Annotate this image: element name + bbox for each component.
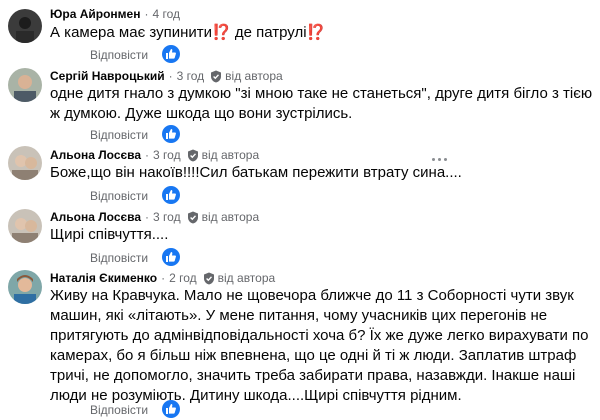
avatar[interactable] <box>8 9 42 43</box>
reply-button[interactable]: Відповісти <box>90 188 148 204</box>
like-icon[interactable] <box>162 400 180 418</box>
comment-text: А камера має зупинити⁉️ де патрулі⁉️ <box>50 24 326 41</box>
avatar[interactable] <box>8 209 42 243</box>
comment-text: одне дитя гнало з думкою "зі мною таке н… <box>50 85 593 122</box>
comment-meta: Юра Айронмен · 4 год <box>50 7 181 21</box>
comment-time[interactable]: 3 год <box>153 210 181 224</box>
comment-meta: Альона Лосєва · 3 год від автора <box>50 209 259 225</box>
comment-text: Живу на Кравчука. Мало не щовечора ближч… <box>50 287 589 404</box>
author-badge: від автора <box>225 69 283 83</box>
author-badge: від автора <box>201 148 260 162</box>
exclamation-question-icon: ⁉️ <box>306 24 326 41</box>
comment-author[interactable]: Наталія Єкименко <box>50 271 157 285</box>
like-icon[interactable] <box>162 125 180 143</box>
comment-text: Щирі співчуття.... <box>50 226 169 243</box>
avatar[interactable] <box>8 270 42 304</box>
reply-button[interactable]: Відповісти <box>90 402 148 418</box>
like-icon[interactable] <box>162 45 180 63</box>
exclamation-question-icon: ⁉️ <box>212 24 231 41</box>
comment-meta: Сергій Навроцький · 3 год від автора <box>50 68 283 84</box>
comment-time[interactable]: 3 год <box>153 148 181 162</box>
avatar[interactable] <box>8 146 42 180</box>
comment-author[interactable]: Сергій Навроцький <box>50 69 165 83</box>
comment-time[interactable]: 2 год <box>169 271 197 285</box>
author-badge: від автора <box>201 210 260 224</box>
avatar[interactable] <box>8 68 42 102</box>
like-icon[interactable] <box>162 186 180 204</box>
reply-button[interactable]: Відповісти <box>90 127 148 143</box>
reply-button[interactable]: Відповісти <box>90 47 148 63</box>
comment-meta: Наталія Єкименко · 2 год від автора <box>50 270 275 286</box>
comment-time[interactable]: 3 год <box>177 69 205 83</box>
comment-time[interactable]: 4 год <box>152 7 180 21</box>
reply-button[interactable]: Відповісти <box>90 250 148 266</box>
comment-author[interactable]: Альона Лосєва <box>50 148 141 162</box>
comment-text: Боже,що він накоїв!!!!Сил батькам пережи… <box>50 164 462 181</box>
comment-meta: Альона Лосєва · 3 год від автора <box>50 147 259 163</box>
like-icon[interactable] <box>162 248 180 266</box>
author-badge: від автора <box>217 271 276 285</box>
comment-author[interactable]: Альона Лосєва <box>50 210 141 224</box>
comment-author[interactable]: Юра Айронмен <box>50 7 140 21</box>
more-options-icon[interactable] <box>432 156 448 162</box>
